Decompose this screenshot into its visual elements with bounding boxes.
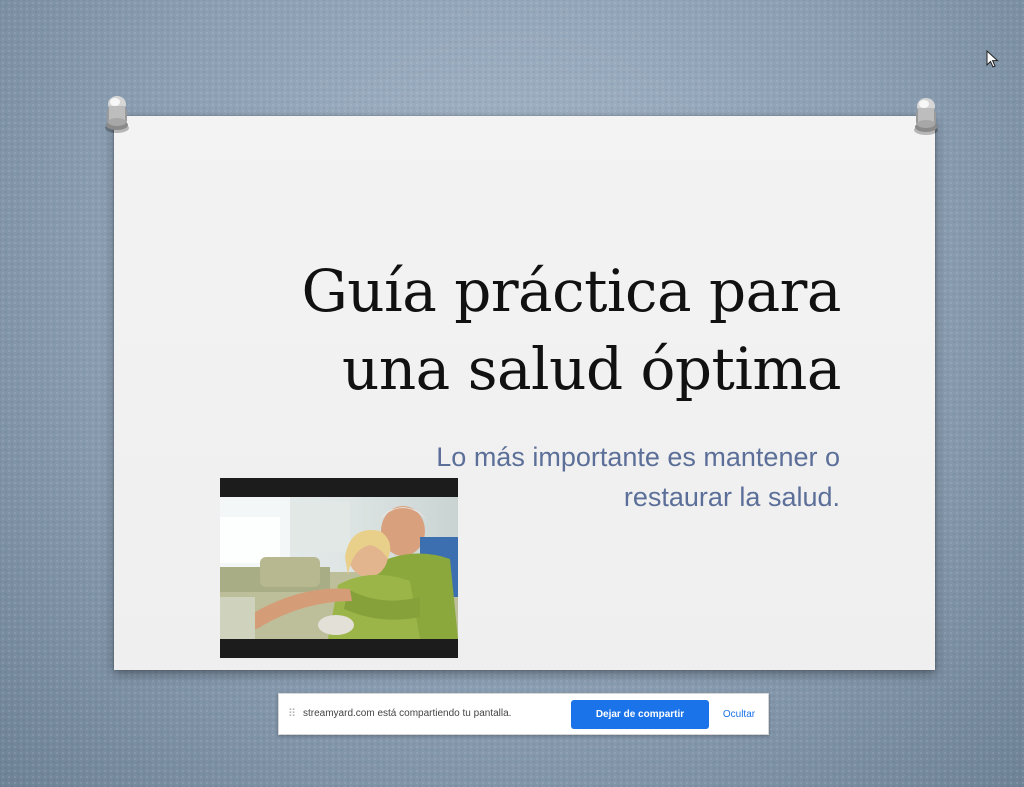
hide-button[interactable]: Ocultar xyxy=(715,700,763,729)
pushpin-left-icon xyxy=(105,96,129,133)
stop-sharing-button[interactable]: Dejar de compartir xyxy=(571,700,709,729)
slide-video-frame xyxy=(220,478,458,658)
elderly-couple-photo xyxy=(220,497,458,639)
slide-title-line-1: Guía práctica para xyxy=(301,257,841,325)
pushpin-right-icon xyxy=(914,98,938,135)
slide-title: Guía práctica para una salud óptima xyxy=(281,252,841,408)
screen-share-view: { "slide": { "title_line1": "Guía prácti… xyxy=(0,0,1024,787)
screen-share-notification-bar: ⠿ streamyard.com está compartiendo tu pa… xyxy=(278,693,769,735)
slide-title-line-2: una salud óptima xyxy=(341,335,842,403)
drag-handle-icon[interactable]: ⠿ xyxy=(288,707,296,721)
share-status-text: streamyard.com está compartiendo tu pant… xyxy=(303,708,512,719)
slide-subtitle-line-1: Lo más importante es mantener o xyxy=(436,442,840,472)
slide-card: Guía práctica para una salud óptima Lo m… xyxy=(114,116,935,670)
mouse-cursor-icon xyxy=(986,50,999,68)
slide-subtitle-line-2: restaurar la salud. xyxy=(623,482,840,512)
